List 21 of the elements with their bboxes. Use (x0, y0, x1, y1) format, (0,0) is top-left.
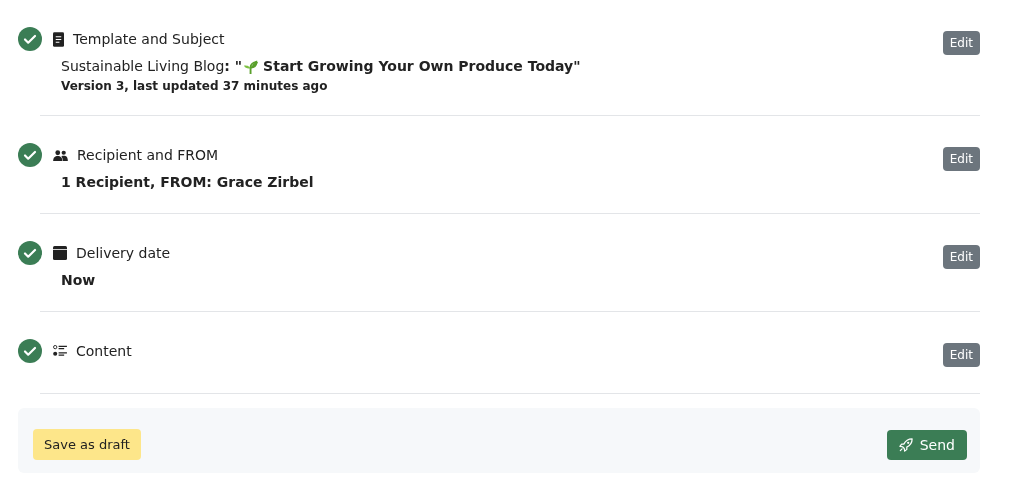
step-summary: 1 Recipient, FROM: Grace Zirbel (61, 173, 315, 192)
step-summary: Now (61, 271, 97, 290)
subject-title: Start Growing Your Own Produce Today" (263, 58, 581, 74)
list-icon (53, 345, 67, 357)
subject-label: Sustainable Living Blog: " (61, 58, 243, 74)
people-icon (53, 149, 68, 161)
edit-button[interactable]: Edit (942, 31, 980, 55)
edit-button[interactable]: Edit (942, 343, 980, 367)
edit-button[interactable]: Edit (942, 147, 980, 171)
send-button[interactable]: Send (886, 429, 967, 460)
save-draft-button[interactable]: Save as draft (33, 429, 141, 460)
edit-button[interactable]: Edit (942, 245, 980, 269)
step-title: Content (76, 343, 132, 359)
rocket-icon (898, 437, 913, 452)
step-title: Recipient and FROM (77, 147, 219, 163)
version-info: Version 3, last updated 37 minutes ago (61, 78, 329, 95)
step-title: Delivery date (76, 245, 171, 261)
sprout-icon (244, 58, 260, 74)
document-icon (53, 31, 64, 47)
step-title: Template and Subject (73, 31, 225, 47)
calendar-icon (53, 246, 67, 260)
